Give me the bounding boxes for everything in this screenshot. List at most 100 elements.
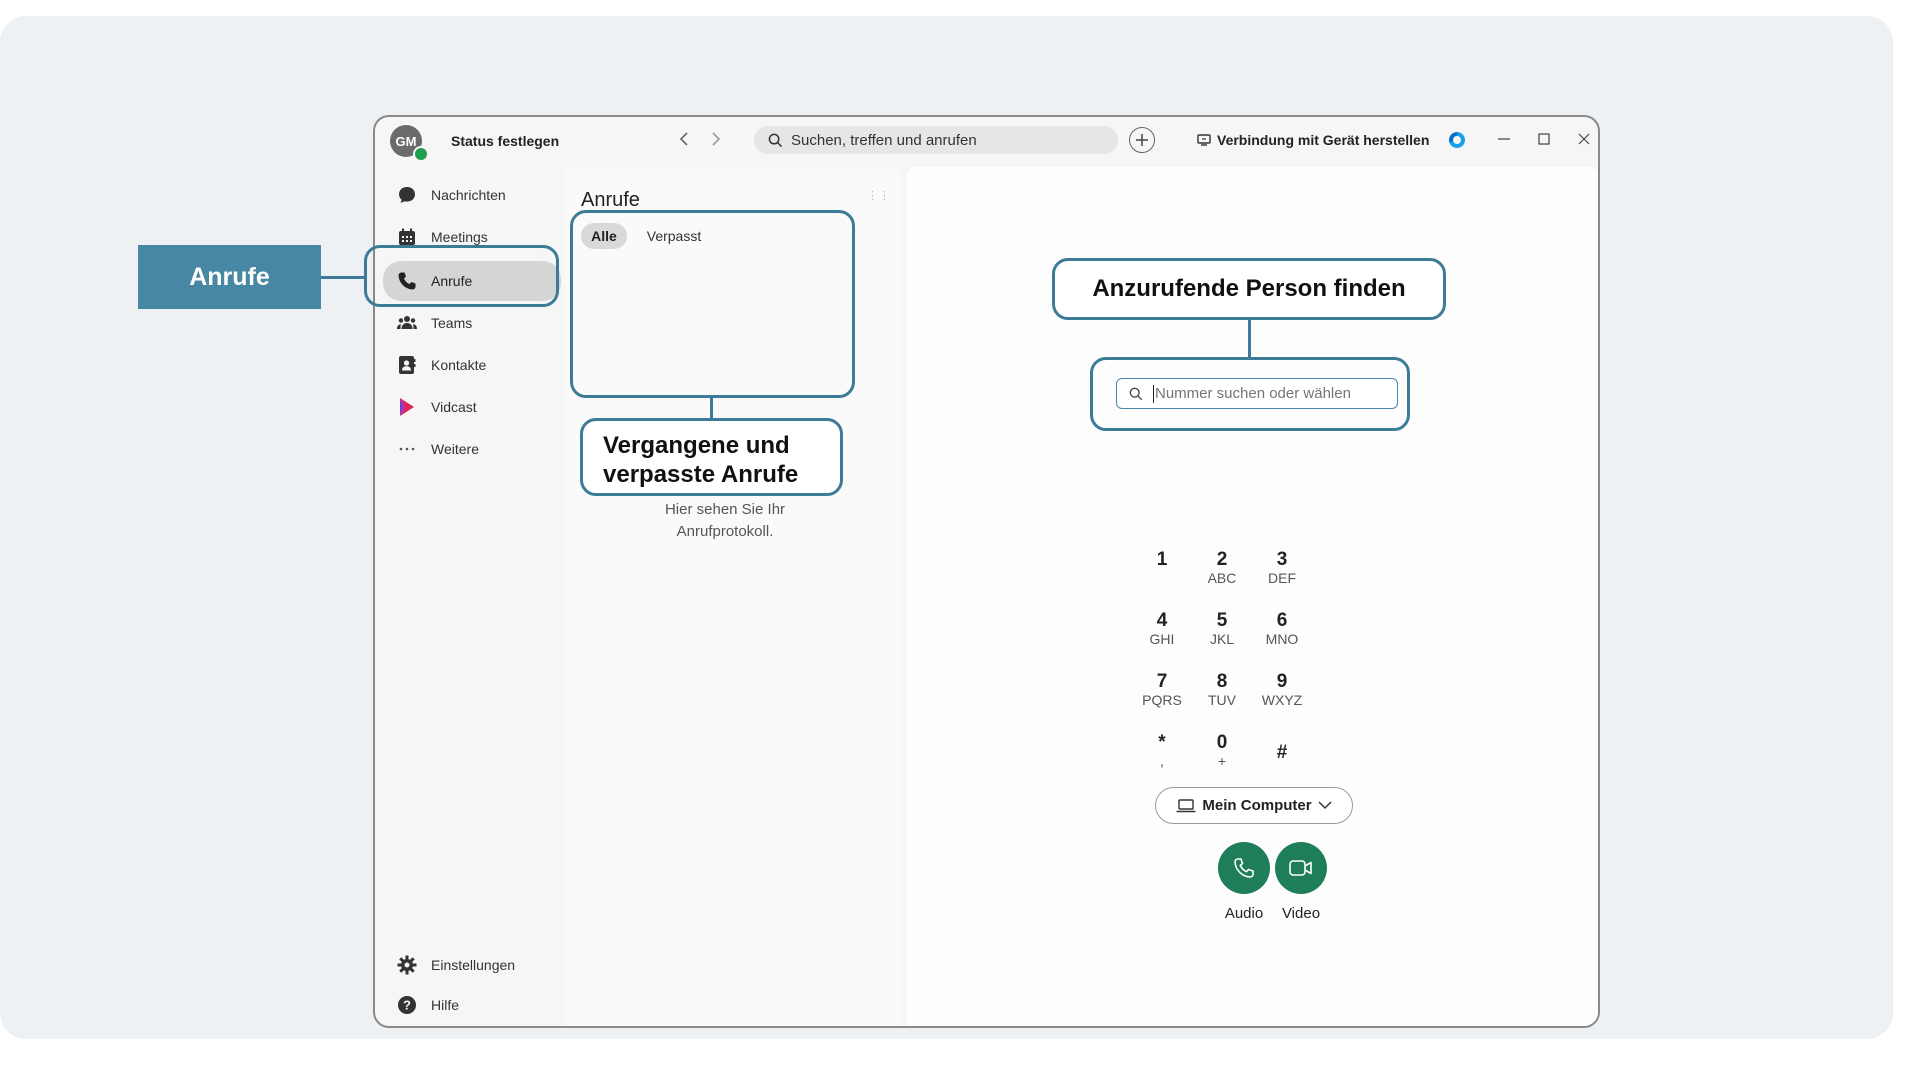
dial-key-letters: PQRS — [1142, 692, 1182, 708]
dial-key-5[interactable]: 5 JKL — [1192, 610, 1252, 648]
annotation-history-line1: Vergangene und — [603, 432, 790, 459]
video-call-button[interactable] — [1275, 842, 1327, 894]
sidebar-label-weitere: Weitere — [431, 441, 479, 457]
dial-key-letters: WXYZ — [1261, 692, 1303, 708]
sidebar-item-hilfe[interactable]: ? Hilfe — [383, 987, 561, 1023]
annotation-highlight-dial-input — [1090, 357, 1410, 431]
dial-key-letters: + — [1217, 753, 1227, 769]
global-search-input[interactable]: Suchen, treffen und anrufen — [754, 126, 1118, 154]
gear-icon — [397, 955, 417, 975]
forward-arrow-icon[interactable] — [705, 129, 725, 149]
audio-call-button[interactable] — [1218, 842, 1270, 894]
sidebar-item-weitere[interactable]: Weitere — [383, 431, 561, 467]
dial-key-1[interactable]: 1 — [1132, 550, 1192, 570]
minimize-icon[interactable] — [1492, 127, 1516, 151]
dial-key-digit: 0 — [1216, 732, 1228, 753]
connect-device-button[interactable]: Verbindung mit Gerät herstellen — [1197, 132, 1429, 148]
phone-icon — [1234, 858, 1254, 878]
screen-share-icon — [1197, 134, 1211, 146]
dial-key-digit: # — [1276, 742, 1288, 763]
global-search-placeholder: Suchen, treffen und anrufen — [791, 131, 977, 149]
dial-key-3[interactable]: 3 DEF — [1252, 549, 1312, 587]
sidebar-label-nachrichten: Nachrichten — [431, 187, 506, 203]
svg-text:?: ? — [403, 998, 411, 1013]
sidebar-item-kontakte[interactable]: Kontakte — [383, 347, 561, 383]
device-selector-label: Mein Computer — [1202, 797, 1312, 814]
sidebar-label-teams: Teams — [431, 315, 473, 331]
dial-key-digit: 4 — [1156, 610, 1168, 631]
dial-key-digit: 2 — [1216, 549, 1228, 570]
search-icon — [768, 133, 783, 148]
dial-key-digit: 5 — [1216, 610, 1228, 631]
dial-key-letters: ABC — [1207, 570, 1237, 586]
calendar-icon — [397, 227, 417, 247]
dial-key-letters: , — [1160, 753, 1164, 769]
dial-key-letters: JKL — [1209, 631, 1235, 647]
dial-key-6[interactable]: 6 MNO — [1252, 610, 1312, 648]
app-window: GM Status festlegen Suchen, treffen und … — [373, 115, 1600, 1028]
sidebar-label-kontakte: Kontakte — [431, 357, 487, 373]
vidcast-icon — [397, 397, 417, 417]
annotation-highlight-history — [570, 210, 855, 398]
dial-key-digit: 6 — [1276, 610, 1288, 631]
set-status-button[interactable]: Status festlegen — [451, 133, 559, 149]
empty-history-line1: Hier sehen Sie Ihr — [664, 501, 786, 518]
empty-history-message: Hier sehen Sie Ihr Anrufprotokoll. — [605, 499, 845, 543]
dial-key-2[interactable]: 2 ABC — [1192, 549, 1252, 587]
annotation-label-history: Vergangene und verpasste Anrufe — [580, 418, 843, 496]
chat-icon — [397, 185, 417, 205]
video-call-label: Video — [1281, 905, 1321, 922]
dial-key-digit: 9 — [1276, 671, 1288, 692]
annotation-highlight-calls — [364, 245, 559, 307]
annotation-history-line2: verpasste Anrufe — [603, 461, 799, 488]
annotation-connector — [321, 276, 365, 279]
dial-key-8[interactable]: 8 TUV — [1192, 671, 1252, 709]
annotation-label-find-person: Anzurufende Person finden — [1052, 258, 1446, 320]
dial-key-letters: TUV — [1208, 692, 1236, 708]
sidebar-label-vidcast: Vidcast — [431, 399, 477, 415]
contacts-icon — [397, 355, 417, 375]
annotation-connector — [1248, 320, 1251, 358]
dial-key-9[interactable]: 9 WXYZ — [1252, 671, 1312, 709]
sidebar-item-einstellungen[interactable]: Einstellungen — [383, 947, 561, 983]
dial-key-digit: 1 — [1156, 549, 1168, 570]
dial-key-star[interactable]: *, — [1132, 732, 1192, 770]
sidebar-item-teams[interactable]: Teams — [383, 305, 561, 341]
dial-key-digit: 7 — [1156, 671, 1168, 692]
chevron-down-icon — [1318, 801, 1332, 810]
dial-key-7[interactable]: 7 PQRS — [1132, 671, 1192, 709]
plus-icon — [1136, 134, 1148, 146]
empty-history-line2: Anrufprotokoll. — [676, 523, 774, 540]
drag-handle-icon[interactable]: ⋮⋮ — [867, 191, 891, 202]
sidebar-label-einstellungen: Einstellungen — [431, 957, 516, 973]
people-icon — [397, 313, 417, 333]
dial-key-4[interactable]: 4 GHI — [1132, 610, 1192, 648]
annotation-tag-calls: Anrufe — [138, 245, 321, 309]
help-icon: ? — [397, 995, 417, 1015]
dial-key-digit: * — [1158, 732, 1166, 753]
device-selector-button[interactable]: Mein Computer — [1155, 787, 1353, 824]
presence-indicator — [413, 146, 429, 162]
annotation-connector — [710, 398, 713, 420]
laptop-icon — [1176, 798, 1196, 812]
dial-key-letters: GHI — [1149, 631, 1175, 647]
new-action-button[interactable] — [1129, 127, 1155, 153]
more-icon — [397, 439, 417, 459]
dial-key-hash[interactable]: # — [1252, 743, 1312, 763]
calls-panel-title: Anrufe — [581, 189, 640, 211]
video-camera-icon — [1289, 860, 1312, 876]
dial-key-letters: DEF — [1268, 570, 1296, 586]
maximize-icon[interactable] — [1532, 127, 1556, 151]
sidebar-item-vidcast[interactable]: Vidcast — [383, 389, 561, 425]
webex-logo-icon — [1449, 132, 1465, 148]
dial-key-digit: 3 — [1276, 549, 1288, 570]
dial-key-digit: 8 — [1216, 671, 1228, 692]
sidebar-item-nachrichten[interactable]: Nachrichten — [383, 177, 561, 213]
close-icon[interactable] — [1572, 127, 1596, 151]
connect-device-label: Verbindung mit Gerät herstellen — [1217, 132, 1430, 148]
dial-key-letters: MNO — [1265, 631, 1299, 647]
dial-key-0[interactable]: 0 + — [1192, 732, 1252, 770]
back-arrow-icon[interactable] — [675, 129, 695, 149]
sidebar-label-hilfe: Hilfe — [431, 997, 460, 1013]
sidebar-label-meetings: Meetings — [431, 229, 488, 245]
